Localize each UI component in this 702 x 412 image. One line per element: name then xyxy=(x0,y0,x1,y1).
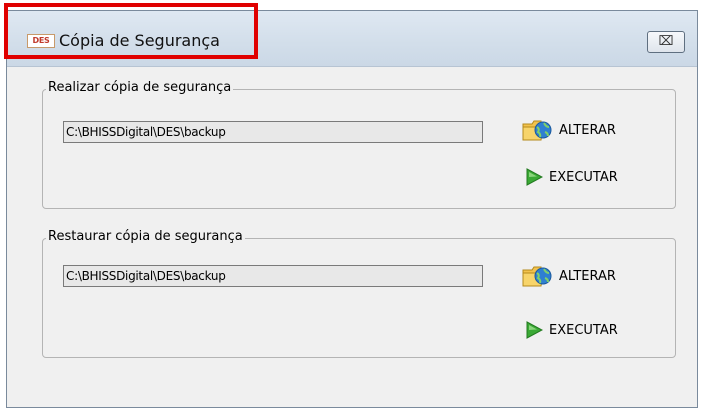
backup-group-legend: Realizar cópia de segurança xyxy=(46,80,234,95)
close-button[interactable]: ⌧ xyxy=(647,31,685,53)
restore-alter-label: ALTERAR xyxy=(559,268,616,284)
backup-alter-label: ALTERAR xyxy=(559,122,616,138)
backup-dialog-window: DES Cópia de Segurança ⌧ Realizar cópia … xyxy=(6,10,698,408)
close-icon: ⌧ xyxy=(658,34,674,49)
play-arrow-icon xyxy=(525,321,543,339)
des-app-icon: DES xyxy=(27,34,55,48)
backup-path-field[interactable] xyxy=(63,121,483,143)
restore-path-field[interactable] xyxy=(63,265,483,287)
window-title: Cópia de Segurança xyxy=(59,31,220,50)
backup-execute-button[interactable]: EXECUTAR xyxy=(525,168,618,186)
title-bar: DES Cópia de Segurança ⌧ xyxy=(7,11,697,67)
backup-alter-button[interactable]: ALTERAR xyxy=(521,116,616,144)
restore-execute-button[interactable]: EXECUTAR xyxy=(525,321,618,339)
folder-globe-icon xyxy=(521,116,553,144)
restore-group: Restaurar cópia de segurança ALTERAR E xyxy=(42,229,676,358)
folder-globe-icon xyxy=(521,262,553,290)
backup-execute-label: EXECUTAR xyxy=(549,169,618,185)
play-arrow-icon xyxy=(525,168,543,186)
restore-alter-button[interactable]: ALTERAR xyxy=(521,262,616,290)
restore-group-legend: Restaurar cópia de segurança xyxy=(46,229,245,244)
backup-group: Realizar cópia de segurança ALTERAR EX xyxy=(42,80,676,209)
restore-execute-label: EXECUTAR xyxy=(549,322,618,338)
